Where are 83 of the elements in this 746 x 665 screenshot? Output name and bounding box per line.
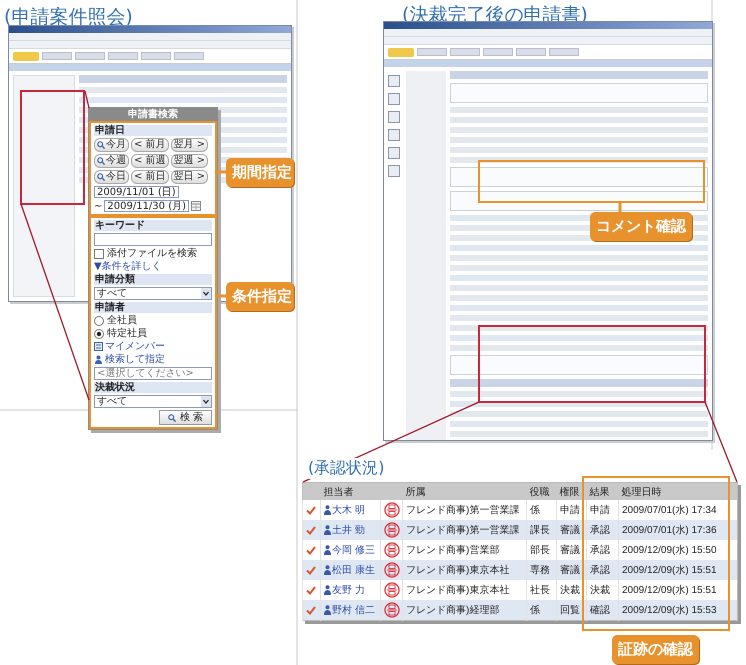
radio-label: 全社員 — [107, 315, 137, 326]
leader-line — [618, 203, 622, 212]
radio-button[interactable] — [94, 328, 104, 338]
person-icon — [324, 524, 331, 534]
current-period-button[interactable]: 今月 — [94, 138, 129, 152]
member-link[interactable]: 検索して指定 — [105, 354, 165, 365]
search-icon — [97, 173, 105, 181]
table-cell: 承認 — [586, 560, 618, 580]
checkbox[interactable] — [94, 248, 104, 258]
seal-stamp-icon — [384, 562, 400, 578]
field-label: 申請日 — [94, 125, 212, 136]
column-header: 処理日時 — [618, 482, 738, 500]
previous-period-button[interactable]: < 前日 — [131, 170, 169, 184]
calendar-icon[interactable] — [191, 201, 202, 211]
person-icon — [324, 604, 331, 614]
callout-label: コメント確認 — [590, 212, 692, 241]
field-label: キーワード — [94, 220, 212, 231]
table-cell: 審議 — [556, 560, 586, 580]
table-cell: フレンド商事)東京本社 — [402, 560, 526, 580]
seal-stamp-icon — [384, 582, 400, 598]
previous-period-button[interactable]: < 前月 — [131, 138, 169, 152]
previous-period-button[interactable]: < 前週 — [131, 154, 169, 168]
person-name[interactable]: 友野 力 — [332, 582, 365, 596]
table-cell: 課長 — [526, 520, 556, 540]
list-icon — [94, 342, 103, 351]
seal-stamp-icon — [384, 602, 400, 618]
table-cell: フレンド商事)第一営業課 — [402, 520, 526, 540]
table-cell: 承認 — [586, 520, 618, 540]
end-date-field[interactable]: 2009/11/30 (月) — [104, 200, 190, 212]
range-separator: ~ — [94, 200, 102, 212]
leader-line — [84, 90, 90, 108]
table-cell: 2009/12/09(水) 15:51 — [618, 560, 738, 580]
table-cell: 確認 — [586, 600, 618, 620]
callout-label: 証跡の確認 — [612, 635, 699, 664]
table-cell: 2009/07/01(水) 17:36 — [618, 520, 738, 540]
checkbox-label: 添付ファイルを検索 — [107, 248, 197, 259]
member-field[interactable]: <選択してください> — [94, 367, 212, 380]
search-icon — [97, 141, 105, 149]
table-cell: 2009/12/09(水) 15:53 — [618, 600, 738, 620]
radio-label: 特定社員 — [107, 328, 147, 339]
person-icon — [324, 504, 331, 514]
person-name[interactable]: 大木 明 — [332, 502, 365, 516]
table-cell: フレンド商事)経理部 — [402, 600, 526, 620]
radio-button[interactable] — [94, 316, 104, 326]
next-period-button[interactable]: 翌日 > — [170, 170, 208, 184]
current-period-button[interactable]: 今週 — [94, 154, 129, 168]
field-label: 決裁状況 — [94, 382, 212, 393]
table-cell: 係 — [526, 600, 556, 620]
callout-label: 期間指定 — [226, 158, 294, 187]
current-period-button[interactable]: 今日 — [94, 170, 129, 184]
person-icon — [324, 564, 331, 574]
callout-label: 条件指定 — [226, 282, 294, 311]
person-icon — [324, 544, 331, 554]
column-header: 所属 — [402, 482, 526, 500]
table-cell: 回覧 — [556, 600, 586, 620]
search-icon — [97, 157, 105, 165]
start-date-field[interactable]: 2009/11/01 (日) — [94, 186, 179, 198]
field-label: 申請分類 — [94, 274, 212, 285]
panel-title: 申請書検索 — [89, 108, 217, 121]
status-select[interactable]: すべて — [94, 395, 212, 408]
search-icon — [168, 414, 176, 422]
person-icon — [94, 355, 103, 364]
person-icon — [324, 584, 331, 594]
table-cell: 専務 — [526, 560, 556, 580]
next-period-button[interactable]: 翌週 > — [170, 154, 208, 168]
seal-stamp-icon — [384, 522, 400, 538]
seal-stamp-icon — [384, 502, 400, 518]
section-title: (申請案件照会) — [4, 5, 133, 30]
seal-stamp-icon — [384, 542, 400, 558]
keyword-field[interactable] — [94, 233, 212, 246]
column-header: 担当者 — [320, 482, 380, 500]
more-conditions-link[interactable]: ▼条件を詳しく — [94, 261, 212, 272]
field-label: 申請者 — [94, 302, 212, 313]
section-title: (承認状況) — [306, 458, 386, 479]
column-header: 権限 — [556, 482, 586, 500]
person-name[interactable]: 今岡 修三 — [332, 542, 375, 556]
next-period-button[interactable]: 翌月 > — [170, 138, 208, 152]
search-button[interactable]: 検 索 — [158, 410, 212, 425]
column-header: 役職 — [526, 482, 556, 500]
column-header: 結果 — [586, 482, 618, 500]
member-link[interactable]: マイメンバー — [105, 341, 165, 352]
table-cell: 審議 — [556, 520, 586, 540]
category-select[interactable]: すべて — [94, 287, 212, 300]
